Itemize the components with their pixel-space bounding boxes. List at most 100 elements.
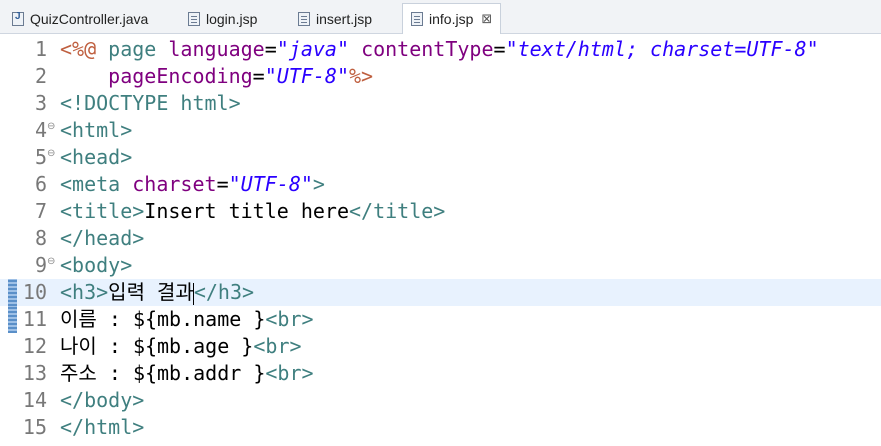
code-token: <h3> <box>60 280 109 304</box>
code-token: = <box>252 64 265 88</box>
line-number: 2 <box>34 64 47 88</box>
code-token: ${mb.addr } <box>132 361 266 385</box>
tab-insert-jsp[interactable]: insert.jsp <box>290 4 380 34</box>
code-token: contentType <box>361 37 494 61</box>
line-number: 15 <box>22 415 47 439</box>
tab-quizcontroller-java[interactable]: QuizController.java <box>4 4 156 34</box>
line-number: 10 <box>22 280 47 304</box>
code-token: </body> <box>60 388 145 412</box>
code-text: <html> <box>60 117 132 144</box>
tab-label: QuizController.java <box>30 11 149 27</box>
code-editor[interactable]: 1 <%@ page language="java" contentType="t… <box>0 34 881 446</box>
code-token: <body> <box>60 253 133 277</box>
code-token: "java" <box>276 37 350 61</box>
code-token: </head> <box>60 226 145 250</box>
line-number: 9 <box>34 253 47 277</box>
line-number: 6 <box>34 172 47 196</box>
code-line[interactable]: 3 <!DOCTYPE html> <box>0 90 881 117</box>
code-line[interactable]: 11 이름 : ${mb.name }<br> <box>0 306 881 333</box>
close-tab-icon[interactable]: ⊠ <box>481 12 492 27</box>
code-token: ${mb.name } <box>132 307 266 331</box>
code-token: <html> <box>60 118 133 142</box>
code-token: = <box>493 37 506 61</box>
jsp-file-icon <box>188 12 200 26</box>
code-token: <meta <box>60 172 121 196</box>
line-number: 13 <box>22 361 47 385</box>
code-token: pageEncoding <box>108 64 253 88</box>
code-token: %> <box>349 64 374 88</box>
code-text: <h3>입력 결과</h3> <box>60 279 254 306</box>
code-line[interactable]: 8 </head> <box>0 225 881 252</box>
code-text: <title>Insert title here</title> <box>60 198 445 225</box>
code-token: > <box>312 172 325 196</box>
line-number: 1 <box>34 37 47 61</box>
code-line[interactable]: 2 pageEncoding="UTF-8"%> <box>0 63 881 90</box>
code-line[interactable]: 9 ⊖ <body> <box>0 252 881 279</box>
code-line[interactable]: 5 ⊖ <head> <box>0 144 881 171</box>
code-line[interactable]: 7 <title>Insert title here</title> <box>0 198 881 225</box>
code-line[interactable]: 14 </body> <box>0 387 881 414</box>
code-token: language <box>168 37 265 61</box>
code-token: <br> <box>265 307 314 331</box>
line-number: 8 <box>34 226 47 250</box>
line-number: 5 <box>34 145 47 169</box>
code-text: 주소 : ${mb.addr }<br> <box>60 360 314 387</box>
code-line[interactable]: 1 <%@ page language="java" contentType="t… <box>0 36 881 63</box>
code-text: <head> <box>60 144 132 171</box>
code-token: "text/html; charset=UTF-8" <box>505 37 819 61</box>
code-token: <!DOCTYPE html> <box>60 91 241 115</box>
tab-login-jsp[interactable]: login.jsp <box>180 4 265 34</box>
jsp-file-icon <box>298 12 310 26</box>
code-text: <meta charset="UTF-8"> <box>60 171 325 198</box>
code-token: Insert title here <box>144 199 349 223</box>
code-token: <head> <box>60 145 133 169</box>
code-text: <!DOCTYPE html> <box>60 90 241 117</box>
tab-label: info.jsp <box>429 11 474 27</box>
code-token: </title> <box>349 199 446 223</box>
code-text: <%@ page language="java" contentType="te… <box>60 36 819 63</box>
code-token: 입력 결과 <box>108 280 194 304</box>
line-number: 4 <box>34 118 47 142</box>
line-number: 3 <box>34 91 47 115</box>
fold-toggle-icon[interactable]: ⊖ <box>47 117 55 137</box>
java-file-icon <box>12 11 24 26</box>
tab-info-jsp[interactable]: info.jsp ⊠ <box>402 3 502 34</box>
code-text: <body> <box>60 252 132 279</box>
code-token: <%@ <box>60 37 97 61</box>
code-text: 이름 : ${mb.name }<br> <box>60 306 314 333</box>
tab-label: login.jsp <box>206 11 258 27</box>
editor-tab-bar: QuizController.java login.jsp insert.jsp… <box>0 0 881 34</box>
fold-toggle-icon[interactable]: ⊖ <box>47 144 55 164</box>
code-token: </h3> <box>193 280 255 304</box>
code-line[interactable]: 15 </html> <box>0 414 881 441</box>
code-line[interactable]: 12 나이 : ${mb.age }<br> <box>0 333 881 360</box>
line-number: 12 <box>22 334 47 358</box>
code-token: page <box>108 37 157 61</box>
code-token: ${mb.age } <box>132 334 254 358</box>
code-token: </html> <box>60 415 145 439</box>
code-token: 주소 : <box>60 361 133 385</box>
code-text: </body> <box>60 387 144 414</box>
code-token: <br> <box>265 361 314 385</box>
fold-toggle-icon[interactable]: ⊖ <box>47 252 55 272</box>
code-line[interactable]: 10 <h3>입력 결과</h3> <box>0 279 881 306</box>
jsp-file-icon <box>411 12 423 26</box>
code-line[interactable]: 4 ⊖ <html> <box>0 117 881 144</box>
code-token: = <box>216 172 229 196</box>
line-number: 7 <box>34 199 47 223</box>
code-token: = <box>264 37 277 61</box>
code-line[interactable]: 13 주소 : ${mb.addr }<br> <box>0 360 881 387</box>
code-token: <title> <box>60 199 145 223</box>
code-text: </html> <box>60 414 144 441</box>
code-line[interactable]: 6 <meta charset="UTF-8"> <box>0 171 881 198</box>
line-number: 11 <box>22 307 47 331</box>
code-text: pageEncoding="UTF-8"%> <box>60 63 373 90</box>
code-token: 이름 : <box>60 307 133 331</box>
code-token: "UTF-8" <box>264 64 350 88</box>
code-token: 나이 : <box>60 334 133 358</box>
